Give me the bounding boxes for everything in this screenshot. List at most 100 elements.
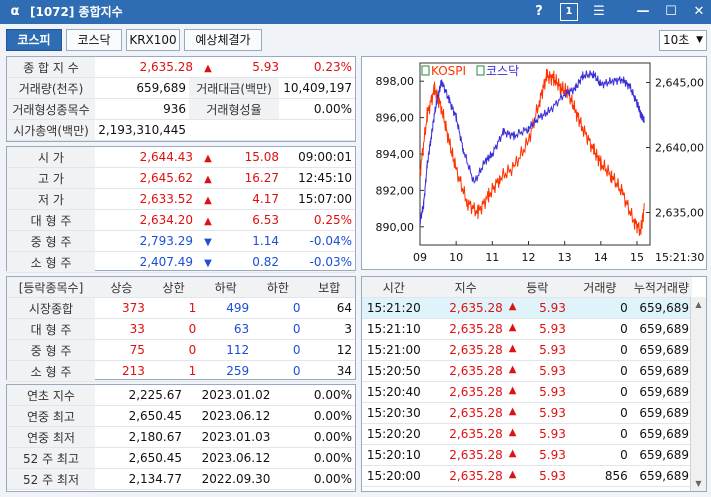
ohlc-panel: 시 가 2,644.43 ▲ 15.08 09:00:01 고 가 2,645.62 ▲ 16.… xyxy=(6,146,356,273)
close-button[interactable]: ✕ xyxy=(690,3,708,21)
tick-row[interactable]: 15:20:20 2,635.28 ▲ 5.93 0 659,689 xyxy=(362,423,692,445)
tick-scrollbar[interactable]: ▲ ▼ xyxy=(690,297,706,491)
tick-cum-volume: 659,689 xyxy=(630,465,692,487)
breadth-label: 중 형 주 xyxy=(7,339,95,361)
tick-row[interactable]: 15:20:40 2,635.28 ▲ 5.93 0 659,689 xyxy=(362,381,692,403)
tick-header-cell: 시간 xyxy=(362,277,426,298)
maximize-button[interactable]: ☐ xyxy=(662,3,680,21)
tick-change: 5.93 xyxy=(539,469,566,483)
up-arrow-icon: ▲ xyxy=(508,343,517,354)
index-rate: 0.23% xyxy=(282,57,355,78)
up-arrow-icon: ▲ xyxy=(508,427,517,438)
scroll-down-icon[interactable]: ▼ xyxy=(691,476,706,491)
tab-expected-price[interactable]: 예상체결가 xyxy=(184,29,262,51)
formed-rate-label: 거래형성율 xyxy=(189,98,279,120)
history-date: 2023.06.12 xyxy=(185,405,287,427)
tick-row[interactable]: 15:20:00 2,635.28 ▲ 5.93 856 659,689 xyxy=(362,465,692,487)
x-tick-label: 14 xyxy=(594,251,608,264)
minimize-button[interactable]: — xyxy=(634,3,652,21)
up-arrow-icon: ▲ xyxy=(204,195,212,206)
ohlc-change: 16.27 xyxy=(220,167,282,189)
tick-row[interactable]: 15:20:50 2,635.28 ▲ 5.93 0 659,689 xyxy=(362,360,692,382)
tick-index: 2,635.28 xyxy=(425,360,506,382)
tick-volume: 0 xyxy=(568,360,631,382)
scroll-up-icon[interactable]: ▲ xyxy=(691,297,706,312)
tick-header-cell: 지수 xyxy=(425,277,506,298)
up-arrow-icon: ▲ xyxy=(204,153,212,164)
tick-index: 2,635.28 xyxy=(425,297,506,319)
history-label: 연중 최고 xyxy=(7,405,95,427)
ohlc-extra: -0.03% xyxy=(282,251,355,273)
history-row: 52 주 최저 2,134.77 2022.09.30 0.00% xyxy=(7,468,355,490)
tick-cum-volume: 659,689 xyxy=(630,360,692,382)
breadth-row: 소 형 주 213 1 259 0 34 xyxy=(7,360,355,382)
tick-volume: 0 xyxy=(568,318,631,340)
tab-kosdaq[interactable]: 코스닥 xyxy=(66,29,122,51)
volume-label: 거래량(천주) xyxy=(7,78,95,99)
tab-krx100[interactable]: KRX100 xyxy=(126,29,180,51)
history-row: 연중 최고 2,650.45 2023.06.12 0.00% xyxy=(7,405,355,427)
history-label: 연초 지수 xyxy=(7,385,95,406)
tick-panel: 시간 지수 등락 거래량 누적거래량 15:21:20 2,635.28 ▲ 5.93… xyxy=(361,276,707,492)
x-tick-label: 09 xyxy=(413,251,427,264)
amount-label: 거래대금(백만) xyxy=(189,78,279,99)
up-arrow-icon: ▲ xyxy=(508,406,517,417)
breadth-label: 대 형 주 xyxy=(7,318,95,340)
tick-row[interactable]: 15:21:20 2,635.28 ▲ 5.93 0 659,689 xyxy=(362,297,692,319)
breadth-down: 259 xyxy=(199,360,253,382)
tick-change: 5.93 xyxy=(539,343,566,357)
breadth-lower: 0 xyxy=(252,339,304,361)
tick-header: 시간 지수 등락 거래량 누적거래량 xyxy=(362,277,692,298)
tick-change-cell: ▲ 5.93 xyxy=(505,360,569,382)
screen-number-button[interactable]: 1 xyxy=(560,3,578,21)
tick-volume: 0 xyxy=(568,444,631,466)
tick-time: 15:21:00 xyxy=(362,339,426,361)
intraday-chart[interactable]: 898,00 896,00 894,00 892,00 890,00 2,645,00 2,… xyxy=(361,56,707,270)
ohlc-label: 시 가 xyxy=(7,147,95,168)
ohlc-label: 저 가 xyxy=(7,188,95,210)
tick-row[interactable]: 15:21:10 2,635.28 ▲ 5.93 0 659,689 xyxy=(362,318,692,340)
interval-select[interactable]: 10초 ▼ xyxy=(659,30,707,51)
tick-index: 2,635.28 xyxy=(425,381,506,403)
ohlc-value: 2,407.49 xyxy=(95,251,196,273)
ohlc-change: 6.53 xyxy=(220,209,282,231)
history-value: 2,225.67 xyxy=(95,385,185,406)
ohlc-value: 2,644.43 xyxy=(95,147,196,168)
menu-icon[interactable]: ☰ xyxy=(590,3,608,21)
tick-change: 5.93 xyxy=(539,322,566,336)
tick-row[interactable]: 15:20:30 2,635.28 ▲ 5.93 0 659,689 xyxy=(362,402,692,424)
tick-cum-volume: 659,689 xyxy=(630,381,692,403)
breadth-label: 소 형 주 xyxy=(7,360,95,382)
down-arrow-icon: ▼ xyxy=(204,258,212,269)
help-button[interactable]: ? xyxy=(530,3,548,21)
history-date: 2023.01.03 xyxy=(185,426,287,448)
ohlc-row: 고 가 2,645.62 ▲ 16.27 12:45:10 xyxy=(7,167,355,189)
left-tick-label: 894,00 xyxy=(376,148,415,161)
up-arrow-icon: ▲ xyxy=(508,322,517,333)
market-cap-label: 시가총액(백만) xyxy=(7,119,95,141)
tab-kospi[interactable]: 코스피 xyxy=(6,29,62,51)
history-value: 2,134.77 xyxy=(95,468,185,490)
tick-header-cell: 거래량 xyxy=(568,277,631,298)
tick-change-cell: ▲ 5.93 xyxy=(505,381,569,403)
tick-row[interactable]: 15:20:10 2,635.28 ▲ 5.93 0 659,689 xyxy=(362,444,692,466)
history-date: 2023.01.02 xyxy=(185,385,287,406)
ohlc-label: 중 형 주 xyxy=(7,230,95,252)
left-tick-label: 898,00 xyxy=(376,75,415,88)
index-label: 종 합 지 수 xyxy=(7,57,95,78)
tick-index: 2,635.28 xyxy=(425,318,506,340)
history-rate: 0.00% xyxy=(287,447,355,469)
history-value: 2,180.67 xyxy=(95,426,185,448)
tick-time: 15:21:20 xyxy=(362,297,426,319)
ohlc-extra: -0.04% xyxy=(282,230,355,252)
tick-header-cell: 누적거래량 xyxy=(630,277,692,298)
breadth-flat: 34 xyxy=(303,360,355,382)
tick-change-cell: ▲ 5.93 xyxy=(505,339,569,361)
history-rate: 0.00% xyxy=(287,385,355,406)
tick-time: 15:20:00 xyxy=(362,465,426,487)
summary-panel: 종 합 지 수 2,635.28 ▲ 5.93 0.23% 거래량(천주) 65… xyxy=(6,56,356,142)
tick-row[interactable]: 15:21:00 2,635.28 ▲ 5.93 0 659,689 xyxy=(362,339,692,361)
tick-change: 5.93 xyxy=(539,364,566,378)
x-tick-label: 10 xyxy=(449,251,463,264)
tick-index: 2,635.28 xyxy=(425,402,506,424)
